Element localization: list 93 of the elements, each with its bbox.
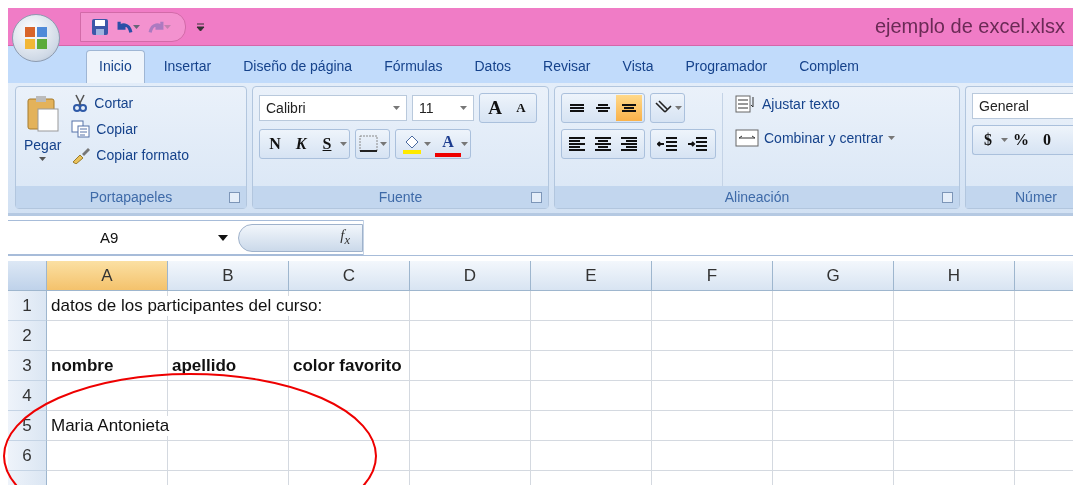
cell-text: datos de los participantes del curso: [51, 295, 323, 316]
caret-icon [133, 24, 140, 29]
caret-icon [393, 106, 400, 110]
ribbon-tab[interactable]: Programador [672, 50, 781, 83]
font-color-button[interactable]: A [435, 131, 461, 157]
name-box[interactable]: A9 [8, 221, 238, 254]
column-header[interactable]: G [773, 261, 894, 291]
column-header[interactable]: B [168, 261, 289, 291]
dialog-launcher-icon[interactable] [229, 192, 240, 203]
ribbon-tab[interactable]: Revisar [530, 50, 604, 83]
copy-button[interactable]: Copiar [69, 119, 191, 139]
caret-icon [340, 142, 347, 146]
align-left-icon [569, 137, 585, 151]
borders-icon [358, 135, 380, 153]
cell-text: Maria Antonieta [51, 415, 170, 436]
caret-icon [218, 234, 228, 241]
column-header[interactable]: H [894, 261, 1015, 291]
row-header[interactable]: 4 [8, 381, 47, 411]
ribbon-tab[interactable]: Inicio [86, 50, 145, 83]
row-header[interactable]: 5 [8, 411, 47, 441]
grow-font-button[interactable]: A [482, 95, 508, 121]
caret-icon [380, 142, 387, 146]
borders-button[interactable] [355, 129, 390, 159]
caret-icon [1001, 138, 1008, 142]
paste-button[interactable]: Pegar [22, 93, 64, 186]
wrap-text-icon [735, 94, 757, 114]
ribbon-tab[interactable]: Insertar [150, 50, 225, 83]
currency-button[interactable]: $ [975, 127, 1001, 153]
column-header[interactable]: A [47, 261, 168, 291]
wrap-text-button[interactable]: Ajustar texto [733, 93, 898, 115]
format-button[interactable]: Copiar formato [69, 145, 191, 165]
bold-button[interactable]: N [262, 131, 288, 157]
group-label: Alineación [724, 189, 790, 205]
office-logo [23, 25, 49, 51]
row-header[interactable]: 1 [8, 291, 47, 321]
increase-indent-icon [687, 134, 709, 154]
column-header[interactable]: E [531, 261, 652, 291]
shrink-font-button[interactable]: A [508, 95, 534, 121]
ribbon-tab[interactable]: Complem [786, 50, 873, 83]
merge-center-button[interactable]: Combinar y centrar [733, 127, 898, 149]
dialog-launcher-icon[interactable] [942, 192, 953, 203]
clipboard-icon [25, 95, 60, 133]
caret-icon [675, 106, 682, 110]
row-header[interactable]: 6 [8, 441, 47, 471]
undo-icon [117, 19, 133, 34]
caret-icon [461, 142, 468, 146]
row-header[interactable]: 2 [8, 321, 47, 351]
ribbon-tab[interactable]: Datos [461, 50, 525, 83]
align-middle-icon [595, 104, 611, 112]
insert-function-button[interactable]: f$_{x}$ [340, 227, 350, 248]
customize-toolbar-icon[interactable] [196, 21, 205, 32]
group-label: Portapapeles [89, 189, 173, 205]
ribbon-tab[interactable]: Diseño de página [230, 50, 366, 83]
paint-bucket-icon [402, 134, 422, 154]
merge-cells-icon [735, 128, 759, 148]
align-bottom-button[interactable] [616, 95, 642, 121]
underline-button[interactable]: S [314, 131, 340, 157]
align-right-icon [621, 137, 637, 151]
redo-icon [148, 19, 164, 34]
decrease-indent-icon [657, 134, 679, 154]
save-icon [91, 17, 109, 36]
thousands-button[interactable]: 0 [1034, 127, 1060, 153]
font-size-field[interactable]: 11 [412, 95, 474, 121]
undo-button[interactable] [117, 19, 140, 34]
font-name-field[interactable]: Calibri [259, 95, 407, 121]
caret-icon [888, 136, 896, 140]
percent-button[interactable]: % [1008, 127, 1034, 153]
cut-button[interactable]: Cortar [69, 93, 191, 113]
caret-icon [164, 24, 171, 29]
number-format-field[interactable]: General [972, 93, 1073, 119]
dialog-launcher-icon[interactable] [531, 192, 542, 203]
column-header[interactable]: F [652, 261, 773, 291]
align-bottom-icon [621, 104, 637, 112]
italic-button[interactable]: K [288, 131, 314, 157]
align-top-icon [569, 104, 585, 112]
scissors-icon [71, 94, 90, 112]
align-center-icon [595, 137, 611, 151]
column-header[interactable]: C [289, 261, 410, 291]
window-title: ejemplo de excel.xlsx [874, 15, 1065, 38]
save-button[interactable] [91, 17, 109, 36]
caret-icon [460, 106, 467, 110]
column-header[interactable]: D [410, 261, 531, 291]
group-label: Fuente [378, 189, 423, 205]
caret-icon [39, 157, 47, 161]
ribbon-tab[interactable]: Fórmulas [371, 50, 456, 83]
orientation-button[interactable] [650, 93, 685, 123]
row-header[interactable]: 3 [8, 351, 47, 381]
group-label: Númer [1015, 189, 1057, 205]
ribbon-tab[interactable]: Vista [609, 50, 667, 83]
caret-icon [424, 142, 431, 146]
paintbrush-icon [71, 146, 92, 164]
formula-input[interactable] [363, 220, 1073, 255]
copy-icon [71, 120, 92, 138]
